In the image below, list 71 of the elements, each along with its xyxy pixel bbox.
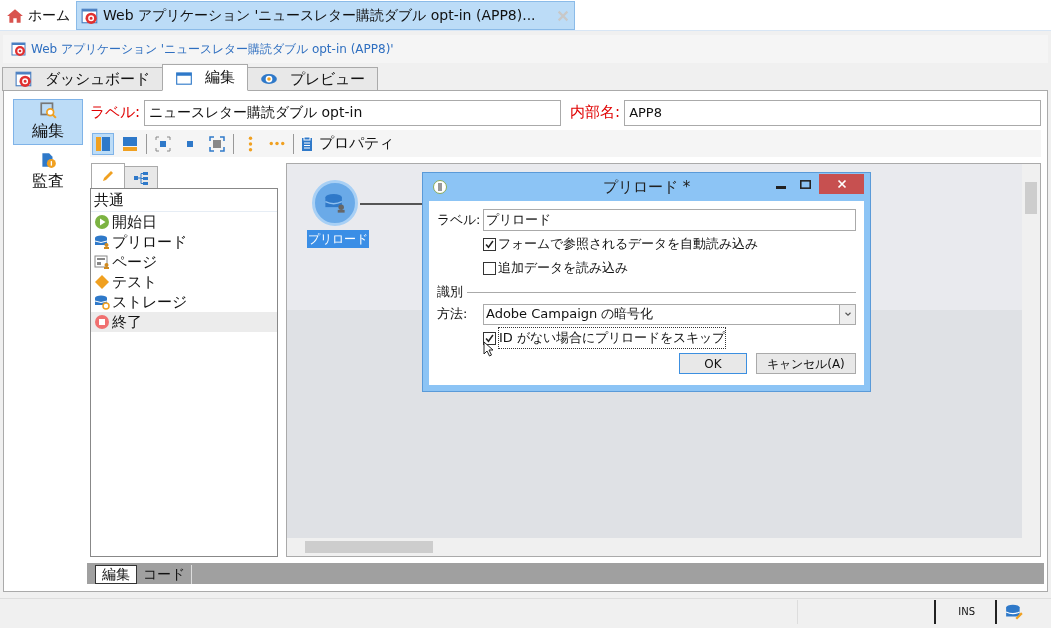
close-button[interactable] (819, 174, 864, 194)
web-app-icon (11, 41, 27, 57)
scrollbar[interactable] (287, 538, 1040, 556)
list-item[interactable]: 開始日 (91, 212, 277, 232)
tab[interactable]: ホーム (2, 1, 74, 30)
scrollbar[interactable] (1022, 164, 1040, 538)
layout-icon (95, 135, 111, 152)
minimize-icon (776, 185, 786, 189)
magnifier-icon (39, 101, 57, 119)
clipboard-icon (299, 135, 315, 152)
list-item[interactable]: 終了 (91, 312, 277, 332)
tab[interactable]: プレビュー (247, 67, 378, 91)
tab[interactable]: Web アプリケーション 'ニュースレター購読ダブル opt-in (APP8)... (76, 1, 575, 30)
database-user-icon (324, 192, 346, 214)
page-icon (94, 254, 110, 270)
connector-line (360, 203, 422, 205)
maximize-icon (800, 179, 811, 189)
audit-icon (39, 151, 57, 169)
list-item[interactable]: ストレージ (91, 292, 277, 312)
dialog-button[interactable]: OK (679, 353, 747, 374)
web-app-icon (15, 70, 33, 88)
checkbox[interactable] (483, 237, 496, 251)
list-header: 共通 (91, 189, 277, 212)
check-icon (484, 238, 495, 250)
toolbar-button[interactable] (92, 132, 114, 155)
zoom-fit-icon (209, 135, 225, 152)
web-app-icon (81, 6, 99, 25)
database-icon (1005, 602, 1023, 621)
dropdown[interactable]: Adobe Campaign の暗号化 (483, 303, 856, 325)
horizontal-dots-icon (269, 141, 285, 146)
database-sync-icon (94, 294, 110, 310)
tab[interactable] (91, 163, 125, 189)
checkbox-label: 追加データを読み込み (498, 259, 628, 278)
tab[interactable]: 編集 (95, 565, 137, 584)
dialog-button[interactable]: キャンセル(A) (756, 353, 856, 374)
layout-icon (122, 135, 138, 152)
tree-icon (133, 169, 149, 186)
field-label: 方法: (437, 305, 469, 324)
stop-icon (94, 314, 110, 330)
tab[interactable]: コード (137, 565, 192, 584)
check-icon (484, 332, 495, 344)
tab[interactable]: ダッシュボード (2, 67, 163, 91)
input-field[interactable]: プリロード (483, 209, 856, 231)
app-icon (432, 179, 448, 195)
sidebar-item[interactable]: 編集 (13, 99, 83, 145)
vertical-dots-icon (247, 135, 253, 152)
list-item[interactable]: プリロード (91, 232, 277, 252)
diamond-icon (94, 274, 110, 290)
breadcrumb-title: Web アプリケーション 'ニュースレター購読ダブル opt-in (APP8)' (31, 41, 394, 58)
properties-button[interactable]: プロパティ (299, 132, 394, 155)
tab[interactable] (124, 166, 158, 189)
play-icon (94, 214, 110, 230)
checkbox[interactable] (483, 261, 496, 275)
checkbox-label: フォームで参照されるデータを自動読み込み (498, 235, 758, 254)
dialog-title: プリロード * (601, 176, 692, 198)
section-title: 識別 (437, 283, 463, 302)
field-label: ラベル: (437, 211, 479, 230)
list-item[interactable]: テスト (91, 272, 277, 292)
field-label: 内部名: (570, 102, 621, 124)
pencil-icon (100, 168, 116, 184)
checkbox-label: ID がない場合にプリロードをスキップ (498, 327, 726, 349)
field-label: ラベル: (90, 102, 141, 124)
database-user-icon (94, 234, 110, 250)
input-field[interactable]: ニュースレター購読ダブル opt-in (144, 99, 562, 126)
close-icon (555, 8, 570, 23)
status-text: INS (958, 605, 975, 619)
list-item[interactable]: ページ (91, 252, 277, 272)
tab[interactable]: 編集 (162, 64, 248, 91)
sidebar-item[interactable]: 監査 (13, 149, 83, 195)
fit-icon (155, 135, 171, 152)
input-field[interactable]: APP8 (624, 99, 1041, 126)
